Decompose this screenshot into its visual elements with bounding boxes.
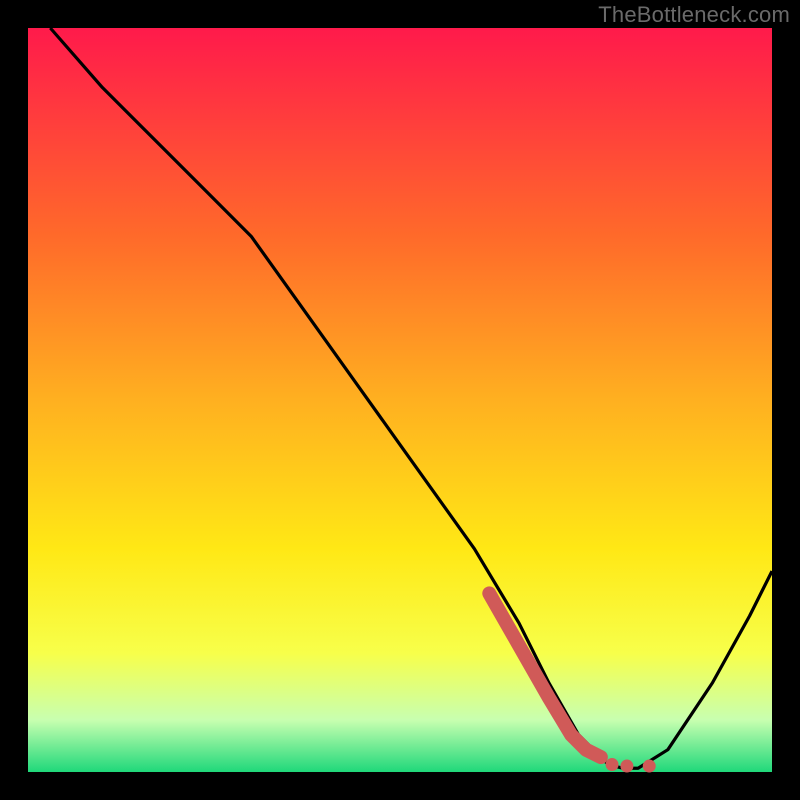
chart-svg (0, 0, 800, 800)
valley-dot (620, 760, 633, 773)
watermark-label: TheBottleneck.com (598, 2, 790, 28)
chart-canvas: { "watermark": "TheBottleneck.com", "col… (0, 0, 800, 800)
valley-dot (643, 760, 656, 773)
heatmap-background (28, 28, 772, 772)
valley-dot (606, 758, 619, 771)
